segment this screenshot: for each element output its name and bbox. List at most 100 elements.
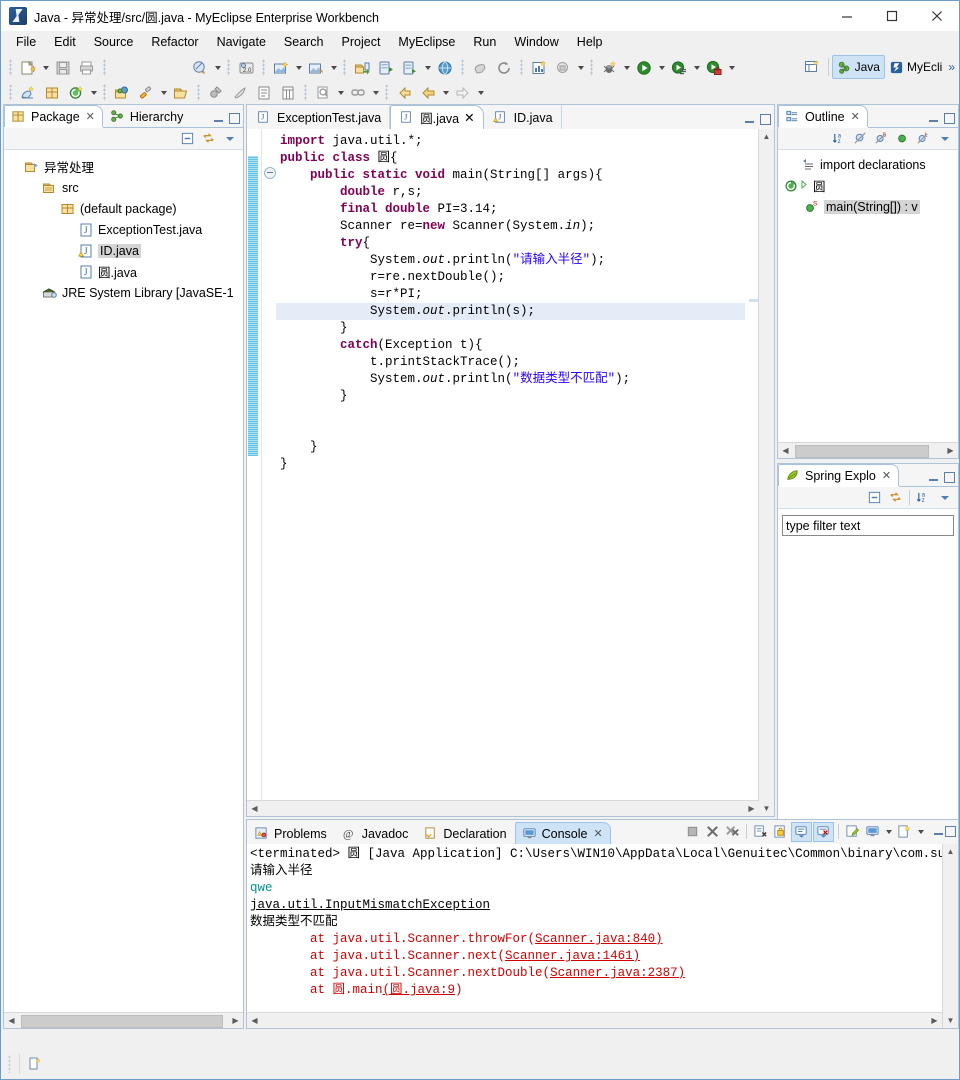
toolbar-grip[interactable] [197,84,200,101]
view-menu-icon[interactable] [935,489,954,507]
previous-icon[interactable] [417,82,439,103]
tree-item-yuan-java[interactable]: J 圆.java [4,261,243,282]
open-diagram-dropdown-icon[interactable] [328,57,339,78]
show-console-on-error-icon[interactable] [813,821,834,842]
close-icon[interactable]: ✕ [86,110,95,123]
toolbar-grip[interactable] [103,59,106,76]
search-icon[interactable] [312,82,334,103]
menu-project[interactable]: Project [333,33,390,51]
perspective-java[interactable]: Java [831,55,885,79]
close-icon[interactable]: ✕ [464,110,474,125]
link-with-editor-icon[interactable] [199,130,218,148]
toolbar-grip[interactable] [304,84,307,101]
new-class-icon[interactable] [65,82,87,103]
scroll-lock-icon[interactable] [771,823,790,841]
toolbar-grip[interactable] [9,59,12,76]
maximize-view-icon[interactable] [944,472,955,483]
perspective-overflow-icon[interactable]: » [946,60,957,74]
remove-launch-icon[interactable] [703,823,722,841]
toolbar-grip[interactable] [343,59,346,76]
tab-outline[interactable]: Outline ✕ [778,105,868,127]
open-type-dropdown-icon[interactable] [212,57,223,78]
scroll-left-icon[interactable]: ◀ [778,443,793,458]
deploy-run-dropdown-icon[interactable] [422,57,433,78]
pin-console-icon[interactable] [843,823,862,841]
new-web-project-icon[interactable] [17,82,39,103]
expand-arrow-icon[interactable] [800,178,809,194]
print-icon[interactable] [76,57,98,78]
open-console-icon[interactable] [895,823,914,841]
new-icon[interactable] [17,57,39,78]
open-diagram-icon[interactable] [305,57,327,78]
minimize-editor-icon[interactable] [744,114,755,125]
open-resource-icon[interactable] [111,82,133,103]
console-output[interactable]: <terminated> 圆 [Java Application] C:\Use… [247,844,942,1028]
minimize-view-icon[interactable] [928,113,939,124]
console-hscrollbar[interactable]: ◀ ▶ [247,1012,942,1028]
scroll-right-icon[interactable]: ▶ [744,801,759,816]
tab-declaration[interactable]: Declaration [416,822,514,844]
tab-javadoc[interactable]: @ Javadoc [335,822,417,844]
new-diagram-icon[interactable] [270,57,292,78]
menu-help[interactable]: Help [568,33,612,51]
minimize-view-icon[interactable] [213,113,224,124]
view-menu-icon[interactable] [220,130,239,148]
toolbar-grip[interactable] [227,59,230,76]
editor-tab-id[interactable]: J ID.java [484,105,562,129]
toolbar-grip[interactable] [520,59,523,76]
code-editor[interactable]: import java.util.*; public class 圆{ publi… [247,129,774,816]
deploy-run-icon[interactable] [399,57,421,78]
sort-icon[interactable]: az [830,130,849,148]
exception-link[interactable]: java.util.InputMismatchException [250,898,490,912]
validate-icon[interactable] [469,57,491,78]
previous-dropdown-icon[interactable] [440,82,451,103]
close-icon[interactable]: ✕ [851,110,860,123]
outline-item-class[interactable]: 圆 [778,175,958,196]
sort-icon[interactable]: az [914,489,933,507]
preview-report-dropdown-icon[interactable] [575,57,586,78]
package-explorer-hscrollbar[interactable]: ◀ ▶ [4,1012,243,1028]
tree-item-exceptiontest[interactable]: J ExceptionTest.java [4,219,243,240]
scroll-up-icon[interactable]: ▲ [759,129,774,144]
link-with-editor-icon[interactable] [886,489,905,507]
scroll-right-icon[interactable]: ▶ [228,1013,243,1028]
editor-annotation-ruler[interactable] [247,129,262,816]
preview-report-icon[interactable] [552,57,574,78]
display-console-dropdown-icon[interactable] [883,821,894,842]
new-java-doc-icon[interactable] [253,82,275,103]
perspective-myeclipse[interactable]: MyEcli [885,56,946,78]
new-report-icon[interactable] [528,57,550,78]
run-dropdown-icon[interactable] [656,57,667,78]
tree-item-src[interactable]: src [4,177,243,198]
collapse-all-icon[interactable] [865,489,884,507]
new-package-icon[interactable] [41,82,63,103]
debug-icon[interactable] [598,57,620,78]
open-perspective-icon[interactable] [802,57,824,78]
menu-search[interactable]: Search [275,33,333,51]
remove-all-terminated-icon[interactable] [723,823,742,841]
hide-fields-icon[interactable] [851,130,870,148]
fold-collapse-icon[interactable] [264,167,276,179]
outline-hscrollbar[interactable]: ◀ ▶ [778,442,958,458]
tree-item-id-java[interactable]: J ID.java [4,240,243,261]
scroll-left-icon[interactable]: ◀ [247,1013,262,1028]
maximize-view-icon[interactable] [945,826,956,837]
clear-console-icon[interactable] [751,823,770,841]
new-table-icon[interactable] [277,82,299,103]
quick-fix-dropdown-icon[interactable] [158,82,169,103]
editor-folding-ruler[interactable] [262,129,276,816]
maximize-button[interactable] [869,1,914,31]
run-external-dropdown-icon[interactable] [691,57,702,78]
maximize-view-icon[interactable] [229,113,240,124]
menu-myeclipse[interactable]: MyEclipse [389,33,464,51]
save-icon[interactable] [52,57,74,78]
scroll-right-icon[interactable]: ▶ [943,443,958,458]
menu-window[interactable]: Window [505,33,567,51]
view-menu-icon[interactable] [935,130,954,148]
scroll-down-icon[interactable]: ▼ [759,801,774,816]
close-icon[interactable]: ✕ [593,827,602,840]
editor-tab-yuan[interactable]: J 圆.java ✕ [390,105,484,129]
hscroll-thumb[interactable] [795,445,929,458]
editor-tab-exceptiontest[interactable]: J ExceptionTest.java [247,105,391,129]
hscroll-thumb[interactable] [21,1015,223,1028]
